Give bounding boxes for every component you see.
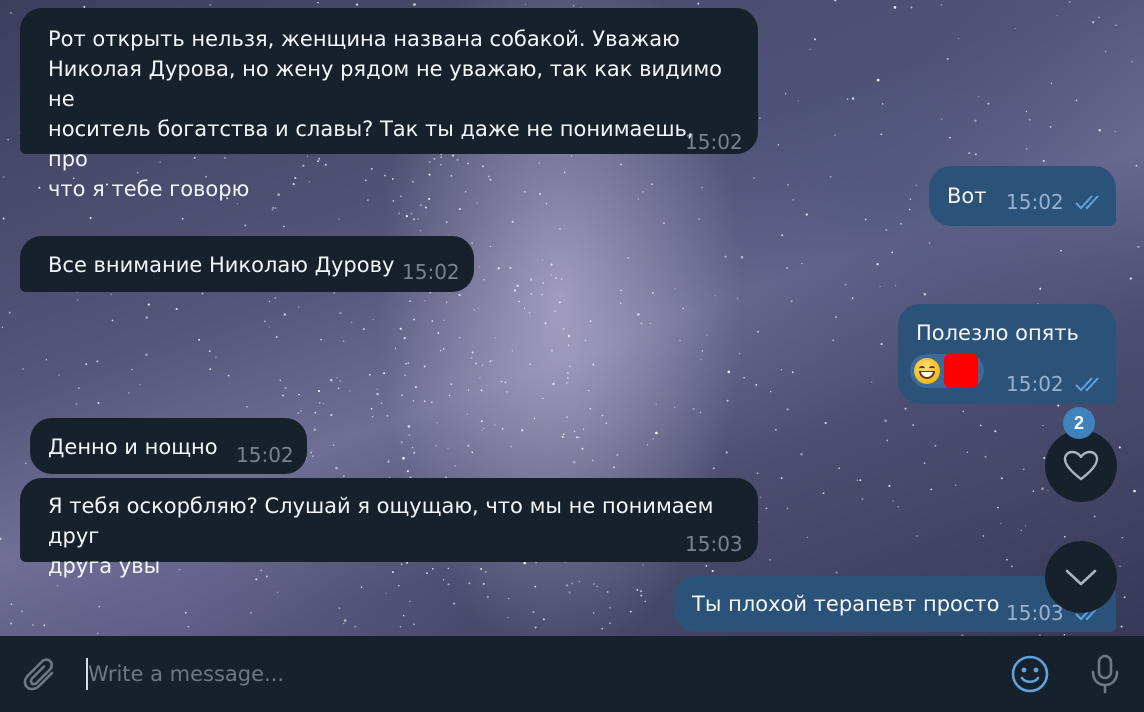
message-input[interactable]: [86, 656, 968, 692]
incoming-message[interactable]: Денно и нощно 15:02: [30, 418, 307, 474]
red-square-emoji-icon: [944, 354, 978, 388]
message-time: 15:02: [1006, 372, 1064, 396]
outgoing-message[interactable]: Полезло опять 15:02: [898, 304, 1116, 404]
paperclip-icon: [23, 658, 54, 691]
reactions-count-badge: 2: [1063, 407, 1095, 439]
incoming-message[interactable]: Я тебя оскорбляю? Слушай я ощущаю, что м…: [20, 478, 758, 578]
outgoing-message[interactable]: Вот 15:02: [929, 166, 1116, 226]
double-check-icon: [1075, 377, 1099, 392]
microphone-icon: [1091, 654, 1119, 694]
reaction-chip[interactable]: [910, 354, 984, 388]
message-composer: [0, 636, 1144, 712]
message-time: 15:02: [402, 260, 460, 284]
message-time: 15:03: [1006, 601, 1064, 625]
emoji-button[interactable]: [1008, 652, 1052, 696]
incoming-message[interactable]: Все внимание Николаю Дурову 15:02: [20, 236, 474, 292]
scroll-down-button[interactable]: [1045, 541, 1117, 613]
heart-icon: [1063, 450, 1099, 481]
message-text: Я тебя оскорбляю? Слушай я ощущаю, что м…: [48, 494, 714, 578]
attach-button[interactable]: [20, 654, 62, 696]
grinning-face-emoji-icon: [914, 358, 940, 384]
chevron-down-icon: [1065, 569, 1097, 586]
smiley-icon: [1011, 655, 1049, 693]
message-time: 15:03: [685, 532, 743, 556]
incoming-message[interactable]: Рот открыть нельзя, женщина названа соба…: [20, 8, 758, 201]
message-time: 15:02: [236, 443, 294, 467]
reactions-button[interactable]: [1045, 430, 1117, 502]
message-text: Рот открыть нельзя, женщина названа соба…: [48, 27, 723, 201]
double-check-icon: [1075, 195, 1099, 210]
voice-record-button[interactable]: [1084, 652, 1126, 696]
message-time: 15:02: [1006, 190, 1064, 214]
text-caret: [86, 658, 88, 690]
message-text: Полезло опять: [916, 321, 1079, 345]
message-reactions: [910, 354, 984, 388]
message-time: 15:02: [685, 130, 743, 154]
chat-window: Рот открыть нельзя, женщина названа соба…: [0, 0, 1144, 712]
